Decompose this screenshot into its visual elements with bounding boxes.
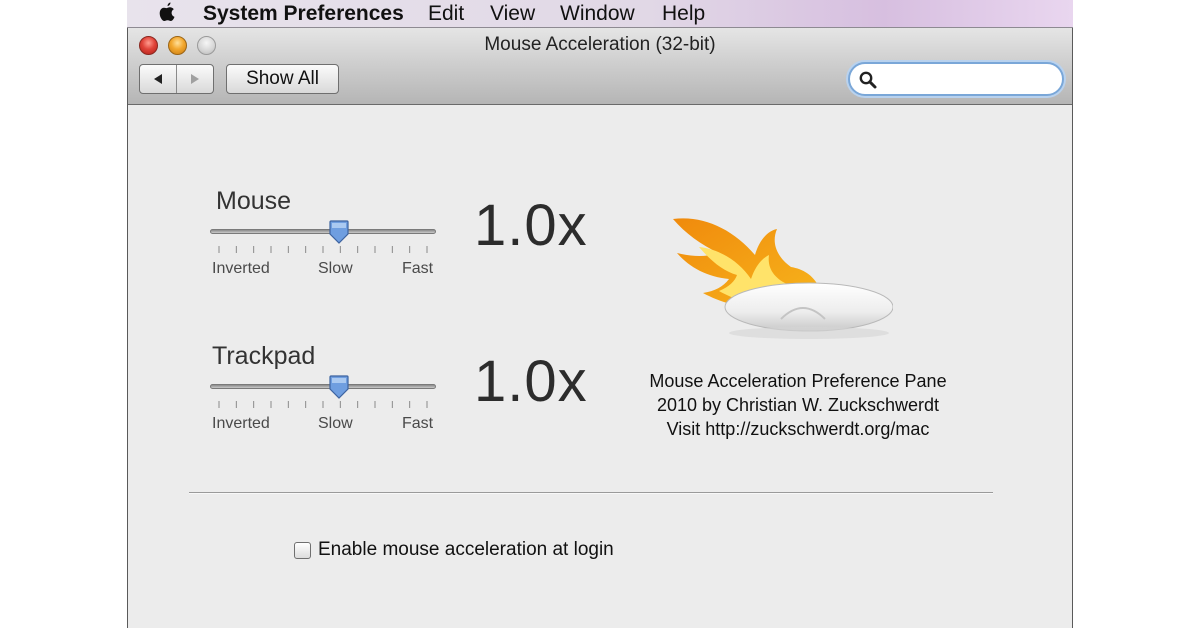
- triangle-right-icon: [191, 74, 199, 84]
- credits-line-2: 2010 by Christian W. Zuckschwerdt: [656, 395, 940, 415]
- mouse-label-inverted: Inverted: [212, 260, 270, 277]
- trackpad-slider-knob[interactable]: [328, 375, 350, 399]
- trackpad-slider-ticks: [218, 401, 428, 408]
- enable-at-login-option[interactable]: Enable mouse acceleration at login: [294, 539, 614, 561]
- forward-button[interactable]: [177, 65, 213, 93]
- window-title: Mouse Acceleration (32-bit): [484, 34, 716, 55]
- credits-line-1: Mouse Acceleration Preference Pane: [649, 371, 947, 391]
- back-forward-control: [139, 64, 214, 94]
- menu-help[interactable]: Help: [662, 0, 705, 27]
- trackpad-label-slow: Slow: [318, 415, 353, 432]
- mouse-label-slow: Slow: [318, 260, 353, 277]
- apple-logo-icon[interactable]: [153, 1, 179, 25]
- mouse-acceleration-value: 1.0x: [474, 193, 588, 258]
- back-button[interactable]: [140, 65, 177, 93]
- menu-window[interactable]: Window: [560, 0, 635, 27]
- menu-view[interactable]: View: [490, 0, 535, 27]
- trackpad-label-inverted: Inverted: [212, 415, 270, 432]
- triangle-left-icon: [154, 74, 162, 84]
- credits-link[interactable]: Visit http://zuckschwerdt.org/mac: [633, 417, 963, 441]
- trackpad-acceleration-value: 1.0x: [474, 349, 588, 414]
- menu-edit[interactable]: Edit: [428, 0, 464, 27]
- search-input[interactable]: [882, 67, 1056, 93]
- enable-at-login-label[interactable]: Enable mouse acceleration at login: [318, 539, 614, 561]
- window-toolbar: Mouse Acceleration (32-bit) Show All: [128, 28, 1072, 105]
- mouse-slider-knob[interactable]: [328, 220, 350, 244]
- mouse-label-fast: Fast: [402, 260, 434, 277]
- trackpad-slider-track[interactable]: [210, 384, 436, 389]
- enable-at-login-checkbox[interactable]: [294, 541, 311, 559]
- section-divider: [189, 492, 993, 494]
- menu-system-preferences[interactable]: System Preferences: [203, 0, 404, 27]
- mouse-slider-track[interactable]: [210, 229, 436, 234]
- mouse-slider-title: Mouse: [216, 187, 292, 215]
- pane-content: Mouse Inverted Slow Fast 1.0x Trackpad I…: [128, 105, 1072, 628]
- magnifier-icon: [859, 71, 877, 89]
- mouse-slider-ticks: [218, 246, 428, 253]
- flaming-mouse-icon: [673, 218, 893, 339]
- search-field[interactable]: [848, 62, 1064, 96]
- preference-window: Mouse Acceleration (32-bit) Show All Mou…: [127, 28, 1073, 628]
- screen: System Preferences Edit View Window Help…: [127, 0, 1073, 628]
- trackpad-label-fast: Fast: [402, 415, 434, 432]
- credits-text: Mouse Acceleration Preference Pane 2010 …: [633, 369, 963, 441]
- trackpad-slider-title: Trackpad: [212, 342, 316, 370]
- show-all-button[interactable]: Show All: [226, 64, 339, 94]
- menu-bar: System Preferences Edit View Window Help: [127, 0, 1073, 28]
